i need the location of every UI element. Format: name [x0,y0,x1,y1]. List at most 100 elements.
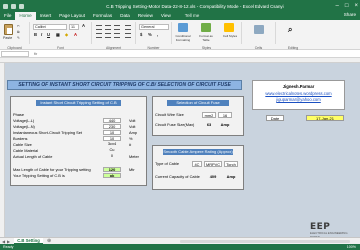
undo-icon[interactable] [11,3,16,9]
wrap-text-icon[interactable] [125,25,131,30]
font-color-icon[interactable]: A [74,32,77,37]
input-value[interactable]: 230 [103,124,121,129]
ribbon: Paste ✂ ⧉ ✎ Clipboard Calibri 11 A B I U… [0,20,360,50]
search-icon[interactable]: ⌕ [288,25,292,35]
underline-icon[interactable]: U [47,32,50,37]
fill-color-icon[interactable]: ◆ [65,32,68,37]
redo-icon[interactable] [19,3,24,9]
fuse-row: Circuit Wire Size mm2 16 [155,112,243,118]
conditional-formatting-icon[interactable] [178,23,188,32]
minimize-icon[interactable]: – [336,3,339,9]
copy-icon[interactable]: ⧉ [17,30,20,34]
tab-file[interactable]: File [0,12,15,20]
styles-group: Conditional Formatting Format as Table C… [172,22,242,50]
wire-unit-select[interactable]: mm2 [202,112,216,118]
title-bar: C.B Tripping Setting-Motor Data-22-8-12.… [0,0,360,12]
format-as-table-icon[interactable] [201,23,211,32]
align-right-icon[interactable] [114,33,120,38]
date-label: Date [266,115,284,121]
tab-insert[interactable]: Insert [36,12,56,20]
cable-core-select[interactable]: 4C [192,161,202,167]
zoom-level[interactable]: 100% [347,244,356,250]
tab-view[interactable]: View [157,12,175,20]
share-button[interactable]: Share [344,12,356,17]
author-email-link[interactable]: jiguparmar@yahoo.com [253,97,344,102]
author-name: Jignesh.Parmar [282,84,315,89]
result-unit: Mtr [129,167,135,172]
tab-review[interactable]: Review [134,12,157,20]
tab-page-layout[interactable]: Page Layout [55,12,89,20]
align-middle-icon[interactable] [105,25,111,30]
input-label: Cable Material [13,148,39,153]
comma-icon[interactable]: , [157,32,158,37]
result-label: Your Tripping Setting of C.B is [13,173,65,178]
cable-install-select[interactable]: Torch [224,161,238,167]
input-row: Instantaneous Short-Circuit Tripping Set… [13,130,145,135]
tab-home[interactable]: Home [15,12,36,20]
date-value[interactable]: 17-Jan-21 [306,115,344,121]
cb-tripping-panel: Instant Short Circuit Tripping Setting o… [10,96,147,186]
tell-me-box[interactable]: Tell me [181,12,204,20]
font-name-dropdown[interactable]: Calibri [33,24,67,30]
cells-group: Cells [242,22,276,50]
excel-window: C.B Tripping Setting-Motor Data-22-8-12.… [0,0,360,250]
cable-rating-header: Smooth Cable Ampere Rating (Approx) [163,149,233,155]
merge-center-icon[interactable] [125,33,131,38]
input-value[interactable]: 10 [103,130,121,135]
clipboard-group: Paste ✂ ⧉ ✎ Clipboard [0,22,30,50]
input-label: Voltage(L-L) [13,118,35,123]
input-row: Voltage(L-L) 440 Volt [13,118,145,123]
author-box: Jignesh.Parmar www.electricalnotes.wordp… [252,80,345,110]
wire-size-select[interactable]: 16 [218,112,232,118]
input-row: Voltage(L-N) 230 Volt [13,124,145,129]
tab-formulas[interactable]: Formulas [89,12,116,20]
input-unit: Volt [129,124,136,129]
format-painter-icon[interactable]: ✎ [17,36,20,40]
result-value: ok [103,173,121,178]
align-top-icon[interactable] [96,25,102,30]
name-box[interactable] [1,51,29,57]
fuse-selection-panel: Selection of Circuit Fuse Circuit Wire S… [152,96,244,136]
percent-icon[interactable]: % [148,32,152,37]
number-format-dropdown[interactable]: General [139,24,169,30]
fx-icon[interactable]: fx [34,51,37,56]
align-center-icon[interactable] [105,33,111,38]
grow-font-icon[interactable]: A [82,23,85,28]
sheet-main-title: SETTING OF INSTANT SHORT CIRCUIT TRIPPIN… [7,80,242,90]
currency-icon[interactable]: $ [140,32,142,37]
input-unit: Amp [129,130,137,135]
fuse-label: Circuit Wire Size [155,112,184,117]
input-value[interactable]: 440 [103,118,121,123]
tab-data[interactable]: Data [116,12,134,20]
alignment-group: Alignment [92,22,136,50]
conditional-formatting-label[interactable]: Conditional Formatting [172,34,194,42]
cell-styles-label[interactable]: Cell Styles [220,34,240,38]
input-value[interactable]: 0 [103,154,121,159]
save-icon[interactable] [3,3,8,9]
align-left-icon[interactable] [96,33,102,38]
bold-icon[interactable]: B [34,32,37,37]
italic-icon[interactable]: I [41,32,42,37]
align-bottom-icon[interactable] [114,25,120,30]
author-website-link[interactable]: www.electricalnotes.wordpress.com [253,91,344,96]
close-icon[interactable]: × [354,3,358,9]
cut-icon[interactable]: ✂ [17,24,20,28]
paste-icon[interactable] [4,24,13,35]
cable-type-select[interactable]: MRPVC [204,161,222,167]
cable-rating-panel: Smooth Cable Ampere Rating (Approx) Type… [152,145,244,190]
cell-styles-icon[interactable] [224,23,234,32]
user-name[interactable]: Edvard Csanyi [255,4,284,9]
maximize-icon[interactable]: □ [345,3,349,9]
cells-icon[interactable] [254,25,264,34]
font-size-dropdown[interactable]: 11 [69,24,79,30]
horizontal-scrollbar[interactable] [180,240,350,243]
borders-icon[interactable]: ▦ [56,32,60,37]
fuse-row: Circuit Fuse Size(Max) 63 Amp [155,122,243,128]
paste-label[interactable]: Paste [3,36,12,40]
input-row: Cable Size 3cx4 # [13,142,145,148]
result-label: Max Length of Cable for your Tripping se… [13,167,91,172]
input-row: Actual Length of Cable 0 Meter [13,154,145,160]
format-as-table-label[interactable]: Format as Table [196,34,216,42]
sheet-tab-bar: ◀ ▶ C.B Setting ⊕ [0,237,360,245]
editing-group: ⌕ Editing [276,22,310,50]
